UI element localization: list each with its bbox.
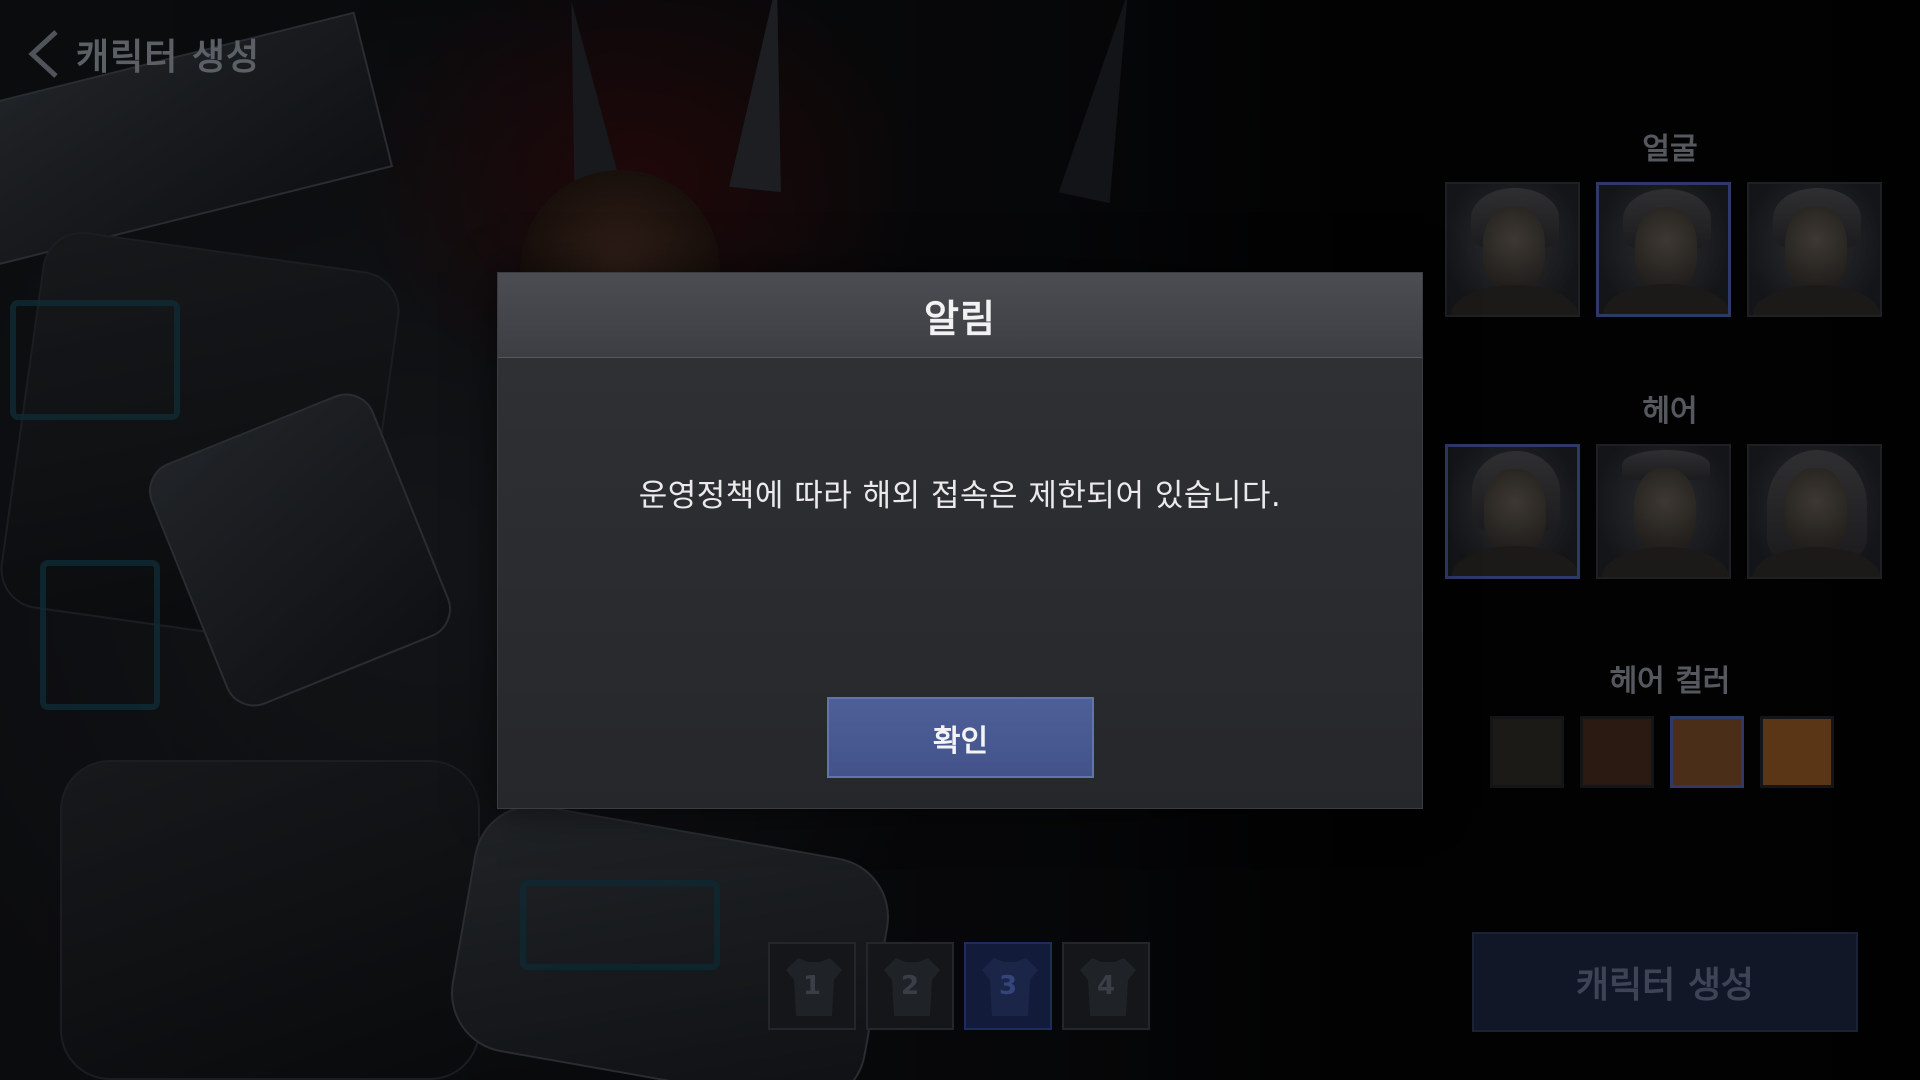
chevron-left-icon[interactable]: [24, 28, 62, 80]
hair-option-3[interactable]: [1747, 444, 1882, 579]
armor-set-number: 3: [998, 971, 1018, 1001]
notice-dialog: 알림 운영정책에 따라 해외 접속은 제한되어 있습니다. 확인: [497, 272, 1423, 809]
hair-section-title: 헤어: [1642, 394, 1698, 429]
hair-color-swatch-1[interactable]: [1490, 716, 1564, 788]
dialog-header: 알림: [498, 273, 1422, 358]
face-option-2[interactable]: [1596, 182, 1731, 317]
hair-color-swatch-2[interactable]: [1580, 716, 1654, 788]
confirm-button[interactable]: 확인: [827, 697, 1094, 778]
armor-set-selector: 1 2 3 4: [768, 942, 1150, 1030]
face-section-title: 얼굴: [1642, 132, 1698, 167]
face-options: [1445, 182, 1882, 317]
armor-set-number: 4: [1096, 971, 1116, 1001]
armor-set-4[interactable]: 4: [1062, 942, 1150, 1030]
face-option-1[interactable]: [1445, 182, 1580, 317]
armor-set-2[interactable]: 2: [866, 942, 954, 1030]
header: 캐릭터 생성: [24, 28, 260, 80]
page-title: 캐릭터 생성: [76, 37, 261, 78]
armor-set-1[interactable]: 1: [768, 942, 856, 1030]
armor-set-3[interactable]: 3: [964, 942, 1052, 1030]
create-character-button[interactable]: 캐릭터 생성: [1472, 932, 1858, 1032]
dialog-title: 알림: [924, 296, 996, 341]
hair-option-2[interactable]: [1596, 444, 1731, 579]
hair-color-swatch-3[interactable]: [1670, 716, 1744, 788]
hair-options: [1445, 444, 1882, 579]
hair-color-swatch-4[interactable]: [1760, 716, 1834, 788]
dialog-message: 운영정책에 따라 해외 접속은 제한되어 있습니다.: [638, 478, 1282, 514]
hair-option-1[interactable]: [1445, 444, 1580, 579]
hair-color-options: [1490, 716, 1834, 788]
armor-set-number: 2: [900, 971, 920, 1001]
armor-set-number: 1: [802, 971, 822, 1001]
dialog-body: 운영정책에 따라 해외 접속은 제한되어 있습니다. 확인: [498, 358, 1422, 808]
hair-color-section-title: 헤어 컬러: [1609, 664, 1731, 699]
face-option-3[interactable]: [1747, 182, 1882, 317]
